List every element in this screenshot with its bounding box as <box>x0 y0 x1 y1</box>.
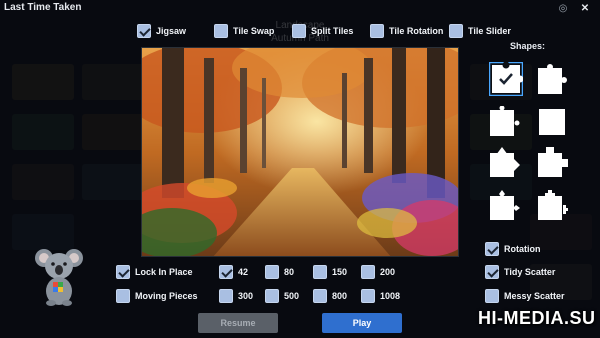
checkbox[interactable] <box>116 289 130 303</box>
checkbox[interactable] <box>265 265 279 279</box>
mode-tile-swap[interactable]: Tile Swap <box>214 24 274 38</box>
pieces-1008[interactable]: 1008 <box>361 289 400 303</box>
pieces-200[interactable]: 200 <box>361 265 395 279</box>
option-tidy-scatter[interactable]: Tidy Scatter <box>485 265 555 279</box>
shape-cross-tabs[interactable] <box>538 190 568 220</box>
checkbox[interactable] <box>292 24 306 38</box>
option-moving-pieces[interactable]: Moving Pieces <box>116 289 198 303</box>
shape-classic-jigsaw-selected[interactable] <box>489 62 523 96</box>
shapes-label: Shapes: <box>510 41 546 51</box>
checkbox[interactable] <box>137 24 151 38</box>
puzzle-preview-image <box>141 47 459 257</box>
checkbox[interactable] <box>370 24 384 38</box>
checkbox[interactable] <box>485 265 499 279</box>
pieces-80[interactable]: 80 <box>265 265 294 279</box>
checkbox[interactable] <box>214 24 228 38</box>
checkbox[interactable] <box>485 289 499 303</box>
checkbox[interactable] <box>313 289 327 303</box>
play-button[interactable]: Play <box>322 313 402 333</box>
resume-button[interactable]: Resume <box>198 313 278 333</box>
shape-diamond-tabs[interactable] <box>490 190 520 220</box>
checkbox[interactable] <box>219 289 233 303</box>
checkbox[interactable] <box>116 265 130 279</box>
settings-icon[interactable]: ◎ <box>558 4 568 14</box>
pieces-42[interactable]: 42 <box>219 265 248 279</box>
shape-tab-top-right[interactable] <box>538 64 568 94</box>
pieces-150[interactable]: 150 <box>313 265 347 279</box>
mode-jigsaw[interactable]: Jigsaw <box>137 24 186 38</box>
mode-tile-rotation[interactable]: Tile Rotation <box>370 24 443 38</box>
pieces-800[interactable]: 800 <box>313 289 347 303</box>
checkbox[interactable] <box>361 289 375 303</box>
checkbox[interactable] <box>449 24 463 38</box>
koala-mascot-icon <box>35 249 83 306</box>
shape-square[interactable] <box>538 106 568 136</box>
page-title: Last Time Taken <box>4 2 82 13</box>
checkbox[interactable] <box>265 289 279 303</box>
mode-split-tiles[interactable]: Split Tiles <box>292 24 353 38</box>
checkbox[interactable] <box>313 265 327 279</box>
option-messy-scatter[interactable]: Messy Scatter <box>485 289 565 303</box>
option-rotation[interactable]: Rotation <box>485 242 541 256</box>
shape-block-tabs[interactable] <box>538 147 568 177</box>
pieces-500[interactable]: 500 <box>265 289 299 303</box>
shape-tab-mixed[interactable] <box>490 106 520 136</box>
checkbox[interactable] <box>361 265 375 279</box>
close-icon[interactable]: ✕ <box>580 4 590 14</box>
option-lock-in-place[interactable]: Lock In Place <box>116 265 193 279</box>
pieces-300[interactable]: 300 <box>219 289 253 303</box>
shape-triangle-tabs[interactable] <box>490 147 520 177</box>
checkbox[interactable] <box>485 242 499 256</box>
checkbox[interactable] <box>219 265 233 279</box>
watermark: HI-MEDIA.SU <box>478 308 596 328</box>
mode-tile-slider[interactable]: Tile Slider <box>449 24 511 38</box>
